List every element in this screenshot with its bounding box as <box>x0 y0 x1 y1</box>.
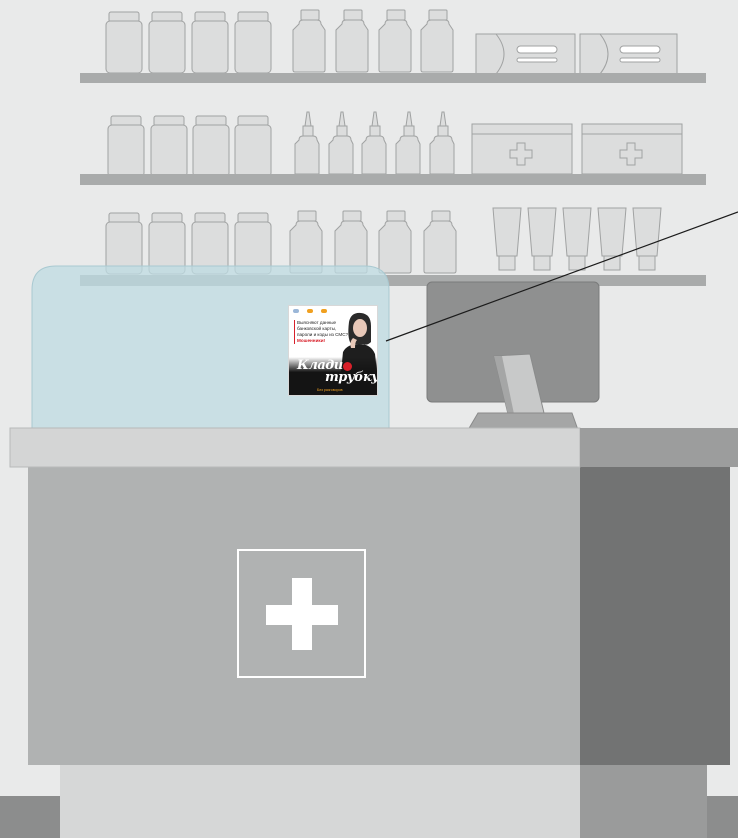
jar <box>192 115 230 178</box>
jar <box>150 115 188 178</box>
jar <box>234 11 272 74</box>
computer-monitor <box>426 281 600 431</box>
cream-tube <box>562 207 592 271</box>
poster-warning: Мошенники! <box>297 338 326 343</box>
poster-slogan-line2: трубку <box>325 370 378 385</box>
cream-tube <box>597 207 627 271</box>
first-aid-box <box>581 123 683 175</box>
counter-base <box>60 765 580 838</box>
jar <box>234 115 272 178</box>
cream-tube <box>527 207 557 271</box>
dropper-bottle <box>429 111 455 175</box>
logo-icon <box>321 309 327 313</box>
poster-logos <box>293 309 327 313</box>
bottle <box>292 9 326 73</box>
pharmacy-scene <box>0 9 738 838</box>
jar <box>107 115 145 178</box>
dropper-bottle <box>294 111 320 175</box>
shelf-board <box>80 73 706 83</box>
counter-base-side <box>580 765 707 838</box>
poster-lead-text: Выясняют данные банковской карты, пароли… <box>294 320 349 344</box>
bottle <box>378 210 412 274</box>
counter-top <box>9 427 581 468</box>
counter-side <box>580 466 730 765</box>
jar <box>191 11 229 74</box>
dropper-bottle <box>395 111 421 175</box>
dropper-bottle <box>361 111 387 175</box>
poster-question: Выясняют данные банковской карты, пароли… <box>297 320 349 337</box>
poster-footer-tag: Без разговоров <box>317 388 343 392</box>
pharmacy-counter <box>0 427 738 838</box>
bottle <box>378 9 412 73</box>
dropper-bottle <box>328 111 354 175</box>
logo-icon <box>293 309 299 313</box>
shelf-board <box>80 174 706 185</box>
jar <box>148 11 186 74</box>
counter-top-side <box>580 428 738 467</box>
bottle <box>334 210 368 274</box>
bottle <box>289 210 323 274</box>
jar <box>105 11 143 74</box>
bottle <box>423 210 457 274</box>
cream-tube <box>492 207 522 271</box>
jar <box>105 212 143 275</box>
bottle <box>420 9 454 73</box>
cream-tube <box>632 207 662 271</box>
pill-pack <box>579 33 678 75</box>
first-aid-box <box>471 123 573 175</box>
shelf-row-1 <box>80 9 706 83</box>
bottle <box>335 9 369 73</box>
pill-pack <box>475 33 576 75</box>
anti-fraud-poster: Выясняют данные банковской карты, пароли… <box>288 305 378 396</box>
jar <box>234 212 272 275</box>
jar <box>191 212 229 275</box>
jar <box>148 212 186 275</box>
logo-icon <box>307 309 313 313</box>
shelf-row-2 <box>80 111 706 185</box>
